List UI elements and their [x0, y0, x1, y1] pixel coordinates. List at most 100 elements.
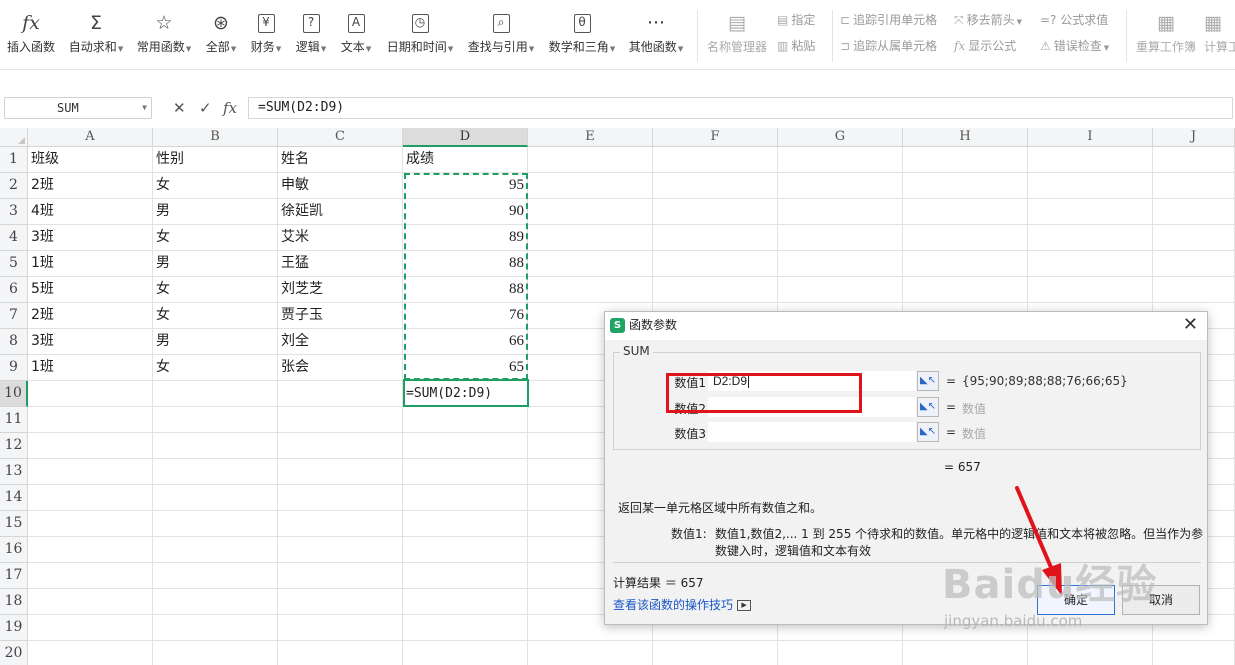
cell-d2[interactable]: 95: [403, 173, 528, 199]
lookup-reference-button[interactable]: ⌕ 查找与引用▼: [464, 8, 538, 64]
cell-b11[interactable]: [153, 407, 278, 433]
confirm-entry-icon[interactable]: ✓: [199, 97, 212, 119]
financial-button[interactable]: ¥ 财务▼: [247, 8, 285, 64]
cell-d8[interactable]: 66: [403, 329, 528, 355]
column-header-f[interactable]: F: [653, 128, 778, 147]
cell-c12[interactable]: [278, 433, 403, 459]
evaluate-formula-button[interactable]: =? 公式求值: [1040, 10, 1108, 30]
cell-d9[interactable]: 65: [403, 355, 528, 381]
cell-h2[interactable]: [903, 173, 1028, 199]
cell-b3[interactable]: 男: [153, 199, 278, 225]
cell-d13[interactable]: [403, 459, 528, 485]
cell-j3[interactable]: [1153, 199, 1235, 225]
column-header-c[interactable]: C: [278, 128, 403, 147]
cell-e3[interactable]: [528, 199, 653, 225]
row-header-7[interactable]: 7: [0, 303, 28, 329]
cell-g6[interactable]: [778, 277, 903, 303]
remove-arrows-button[interactable]: ⤧ 移去箭头 ▼: [954, 10, 1022, 30]
cell-j6[interactable]: [1153, 277, 1235, 303]
row-header-1[interactable]: 1: [0, 147, 28, 173]
cell-g5[interactable]: [778, 251, 903, 277]
cell-j20[interactable]: [1153, 641, 1235, 665]
cell-a11[interactable]: [28, 407, 153, 433]
cell-a2[interactable]: 2班: [28, 173, 153, 199]
column-header-d[interactable]: D: [403, 128, 528, 147]
cell-b12[interactable]: [153, 433, 278, 459]
range-select-icon[interactable]: ◣↖: [917, 371, 939, 391]
cell-a20[interactable]: [28, 641, 153, 665]
cell-d5[interactable]: 88: [403, 251, 528, 277]
cancel-button[interactable]: 取消: [1122, 585, 1200, 615]
row-header-9[interactable]: 9: [0, 355, 28, 381]
cell-c19[interactable]: [278, 615, 403, 641]
cell-b7[interactable]: 女: [153, 303, 278, 329]
cell-f2[interactable]: [653, 173, 778, 199]
cell-c15[interactable]: [278, 511, 403, 537]
function-tips-link[interactable]: 查看该函数的操作技巧 ▶: [613, 596, 752, 613]
cell-j4[interactable]: [1153, 225, 1235, 251]
cell-f3[interactable]: [653, 199, 778, 225]
cell-h3[interactable]: [903, 199, 1028, 225]
cell-c18[interactable]: [278, 589, 403, 615]
ok-button[interactable]: 确定: [1037, 585, 1115, 615]
cell-h1[interactable]: [903, 147, 1028, 173]
row-header-3[interactable]: 3: [0, 199, 28, 225]
cell-d17[interactable]: [403, 563, 528, 589]
cell-a17[interactable]: [28, 563, 153, 589]
select-all-corner[interactable]: [0, 128, 28, 147]
row-header-6[interactable]: 6: [0, 277, 28, 303]
cell-b18[interactable]: [153, 589, 278, 615]
logical-button[interactable]: ? 逻辑▼: [292, 8, 330, 64]
cell-b10[interactable]: [153, 381, 278, 407]
cell-b4[interactable]: 女: [153, 225, 278, 251]
close-icon[interactable]: ✕: [1183, 315, 1198, 335]
cell-i3[interactable]: [1028, 199, 1153, 225]
cell-d15[interactable]: [403, 511, 528, 537]
row-header-4[interactable]: 4: [0, 225, 28, 251]
cell-e6[interactable]: [528, 277, 653, 303]
name-box[interactable]: SUM ▼: [4, 97, 152, 119]
cell-b20[interactable]: [153, 641, 278, 665]
cell-c9[interactable]: 张会: [278, 355, 403, 381]
column-header-i[interactable]: I: [1028, 128, 1153, 147]
cell-f6[interactable]: [653, 277, 778, 303]
cell-a18[interactable]: [28, 589, 153, 615]
cell-d18[interactable]: [403, 589, 528, 615]
cell-b16[interactable]: [153, 537, 278, 563]
range-select-icon[interactable]: ◣↖: [917, 422, 939, 442]
cell-d7[interactable]: 76: [403, 303, 528, 329]
cell-d11[interactable]: [403, 407, 528, 433]
paste-button[interactable]: ▥ 粘贴: [777, 36, 815, 56]
trace-dependents-button[interactable]: ⊐ 追踪从属单元格: [840, 36, 937, 56]
cell-b6[interactable]: 女: [153, 277, 278, 303]
cell-c10[interactable]: [278, 381, 403, 407]
cell-d12[interactable]: [403, 433, 528, 459]
cell-h4[interactable]: [903, 225, 1028, 251]
cell-j5[interactable]: [1153, 251, 1235, 277]
cell-d20[interactable]: [403, 641, 528, 665]
cell-e20[interactable]: [528, 641, 653, 665]
row-header-5[interactable]: 5: [0, 251, 28, 277]
cell-h6[interactable]: [903, 277, 1028, 303]
cell-a3[interactable]: 4班: [28, 199, 153, 225]
cell-c2[interactable]: 申敏: [278, 173, 403, 199]
autosum-button[interactable]: Σ 自动求和▼: [64, 8, 128, 64]
row-header-2[interactable]: 2: [0, 173, 28, 199]
cell-e5[interactable]: [528, 251, 653, 277]
cell-c13[interactable]: [278, 459, 403, 485]
column-header-e[interactable]: E: [528, 128, 653, 147]
column-header-j[interactable]: J: [1153, 128, 1235, 147]
column-header-g[interactable]: G: [778, 128, 903, 147]
cell-g3[interactable]: [778, 199, 903, 225]
specify-button[interactable]: ▤ 指定: [777, 10, 815, 30]
math-trig-button[interactable]: θ 数学和三角▼: [545, 8, 619, 64]
cell-d14[interactable]: [403, 485, 528, 511]
range-select-icon[interactable]: ◣↖: [917, 397, 939, 417]
cell-f4[interactable]: [653, 225, 778, 251]
arg1-input[interactable]: D2:D9: [708, 371, 916, 391]
row-header-14[interactable]: 14: [0, 485, 28, 511]
cell-a5[interactable]: 1班: [28, 251, 153, 277]
show-formulas-button[interactable]: fx 显示公式: [954, 36, 1016, 56]
cell-j1[interactable]: [1153, 147, 1235, 173]
cell-a6[interactable]: 5班: [28, 277, 153, 303]
